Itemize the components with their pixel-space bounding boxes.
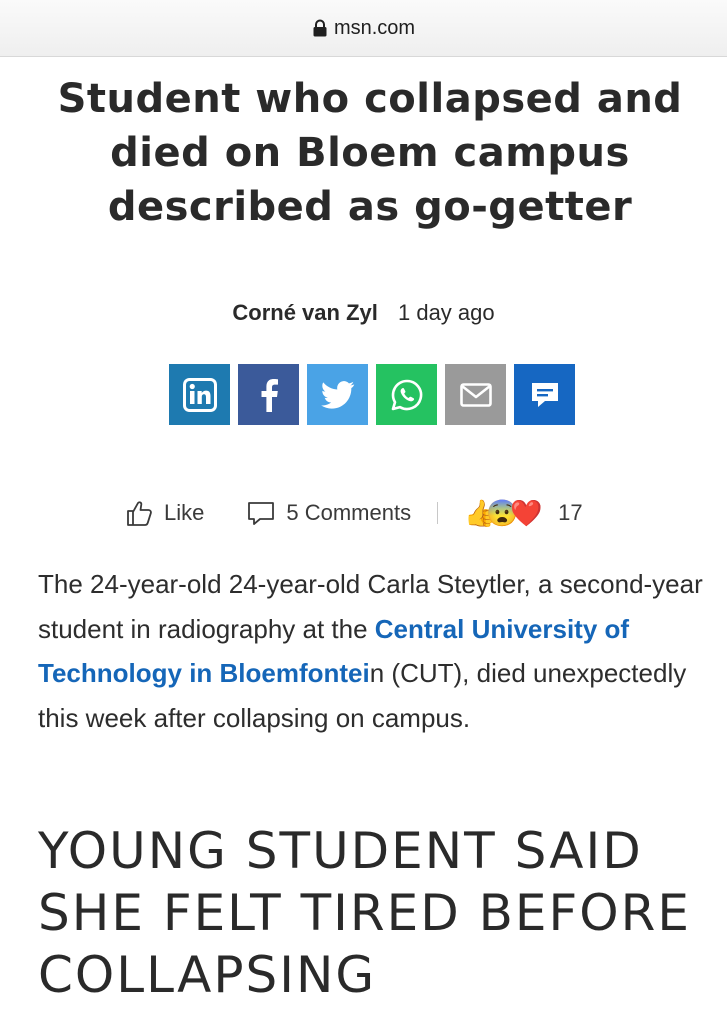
byline: Corné van Zyl 1 day ago (0, 300, 727, 326)
lock-icon (313, 19, 327, 37)
article-headline: Student who collapsed and died on Bloem … (57, 76, 683, 230)
whatsapp-icon (391, 379, 422, 410)
article-subheading: YOUNG STUDENT SAID SHE FELT TIRED BEFORE… (38, 822, 691, 1004)
comments-button[interactable] (514, 364, 575, 425)
linkedin-icon (182, 377, 217, 412)
email-icon (459, 382, 492, 407)
reactions-summary[interactable]: 👍 😨 ❤️ 17 (464, 496, 582, 530)
twitter-icon (320, 380, 354, 409)
comments-count-label: 5 Comments (286, 500, 412, 525)
article-paragraph: The 24-year-old 24-year-old Carla Steytl… (38, 562, 708, 740)
thumbs-up-icon (127, 501, 152, 526)
address-bar[interactable]: msn.com (0, 0, 727, 57)
reaction-count: 17 (558, 500, 583, 525)
speech-bubble-icon (248, 502, 275, 525)
like-label: Like (164, 500, 205, 525)
reaction-emojis: 👍 😨 ❤️ (464, 496, 544, 530)
like-button[interactable]: Like (124, 498, 204, 528)
heart-emoji-icon: ❤️ (510, 498, 543, 528)
share-facebook-button[interactable] (238, 364, 299, 425)
share-bar (169, 364, 575, 425)
reaction-bar: Like 5 Comments 👍 😨 ❤️ 17 (124, 496, 583, 530)
share-email-button[interactable] (445, 364, 506, 425)
comments-link[interactable]: 5 Comments (246, 498, 411, 528)
author-name[interactable]: Corné van Zyl (232, 300, 377, 325)
url-text: msn.com (333, 16, 416, 39)
share-whatsapp-button[interactable] (376, 364, 437, 425)
share-linkedin-button[interactable] (169, 364, 230, 425)
share-twitter-button[interactable] (307, 364, 368, 425)
facebook-icon (261, 378, 278, 412)
divider (437, 502, 439, 524)
publish-time: 1 day ago (397, 300, 495, 325)
comment-icon (531, 382, 558, 407)
